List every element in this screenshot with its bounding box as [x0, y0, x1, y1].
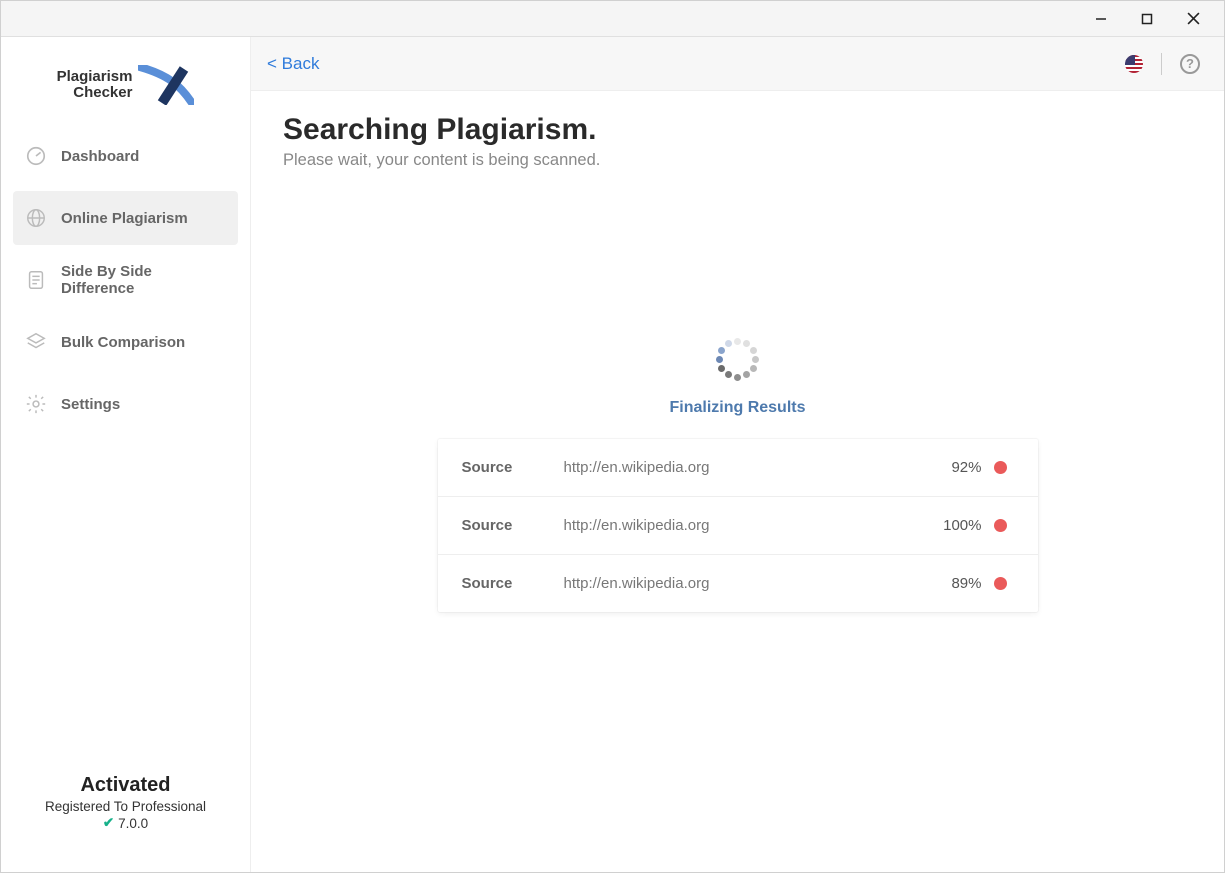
result-row: Source http://en.wikipedia.org 100%: [438, 496, 1038, 554]
sidebar-item-side-by-side[interactable]: Side By Side Difference: [13, 253, 238, 307]
sidebar-item-label: Side By Side Difference: [61, 263, 226, 297]
separator: [1161, 53, 1162, 75]
help-icon[interactable]: ?: [1180, 54, 1200, 74]
main-area: < Back ? Searching Plagiarism. Please wa…: [251, 37, 1224, 872]
page-title: Searching Plagiarism.: [283, 113, 1192, 147]
globe-icon: [25, 207, 47, 229]
severity-dot-icon: [994, 519, 1007, 532]
result-row: Source http://en.wikipedia.org 89%: [438, 554, 1038, 612]
sidebar-item-settings[interactable]: Settings: [13, 377, 238, 431]
source-label: Source: [462, 575, 552, 592]
sidebar-nav: Dashboard Online Plagiarism Side By Side…: [1, 129, 250, 431]
document-icon: [25, 269, 47, 291]
gauge-icon: [25, 145, 47, 167]
result-row: Source http://en.wikipedia.org 92%: [438, 439, 1038, 496]
version-text: 7.0.0: [118, 816, 148, 831]
match-percent: 89%: [951, 575, 981, 592]
sidebar-item-label: Dashboard: [61, 148, 139, 165]
sidebar: Plagiarism Checker Dashboard: [1, 37, 251, 872]
license-status: Activated: [1, 774, 250, 797]
sidebar-item-label: Online Plagiarism: [61, 210, 188, 227]
source-url: http://en.wikipedia.org: [564, 517, 932, 534]
source-label: Source: [462, 517, 552, 534]
sidebar-item-label: Settings: [61, 396, 120, 413]
close-button[interactable]: [1170, 4, 1216, 34]
severity-dot-icon: [994, 577, 1007, 590]
check-icon: ✔: [103, 815, 114, 831]
loading-spinner-icon: [714, 335, 762, 383]
topbar: < Back ?: [251, 37, 1224, 91]
window-titlebar: [1, 1, 1224, 37]
app-logo: Plagiarism Checker: [1, 47, 250, 129]
sidebar-item-label: Bulk Comparison: [61, 334, 185, 351]
license-registration: Registered To Professional: [1, 799, 250, 814]
scan-status: Finalizing Results: [669, 399, 805, 417]
results-list: Source http://en.wikipedia.org 92% Source ht…: [438, 439, 1038, 612]
severity-dot-icon: [994, 461, 1007, 474]
match-percent: 92%: [951, 459, 981, 476]
back-link[interactable]: < Back: [267, 54, 319, 74]
language-flag-icon[interactable]: [1125, 55, 1143, 73]
gear-icon: [25, 393, 47, 415]
source-url: http://en.wikipedia.org: [564, 575, 940, 592]
sidebar-footer: Activated Registered To Professional ✔ 7…: [1, 774, 250, 872]
source-url: http://en.wikipedia.org: [564, 459, 940, 476]
maximize-button[interactable]: [1124, 4, 1170, 34]
sidebar-item-bulk-comparison[interactable]: Bulk Comparison: [13, 315, 238, 369]
sidebar-item-online-plagiarism[interactable]: Online Plagiarism: [13, 191, 238, 245]
page-subtitle: Please wait, your content is being scann…: [283, 151, 1192, 170]
source-label: Source: [462, 459, 552, 476]
logo-text-line1: Plagiarism: [57, 69, 133, 85]
logo-x-icon: [138, 65, 194, 105]
logo-text-line2: Checker: [57, 85, 133, 101]
match-percent: 100%: [943, 517, 981, 534]
sidebar-item-dashboard[interactable]: Dashboard: [13, 129, 238, 183]
minimize-button[interactable]: [1078, 4, 1124, 34]
layers-icon: [25, 331, 47, 353]
